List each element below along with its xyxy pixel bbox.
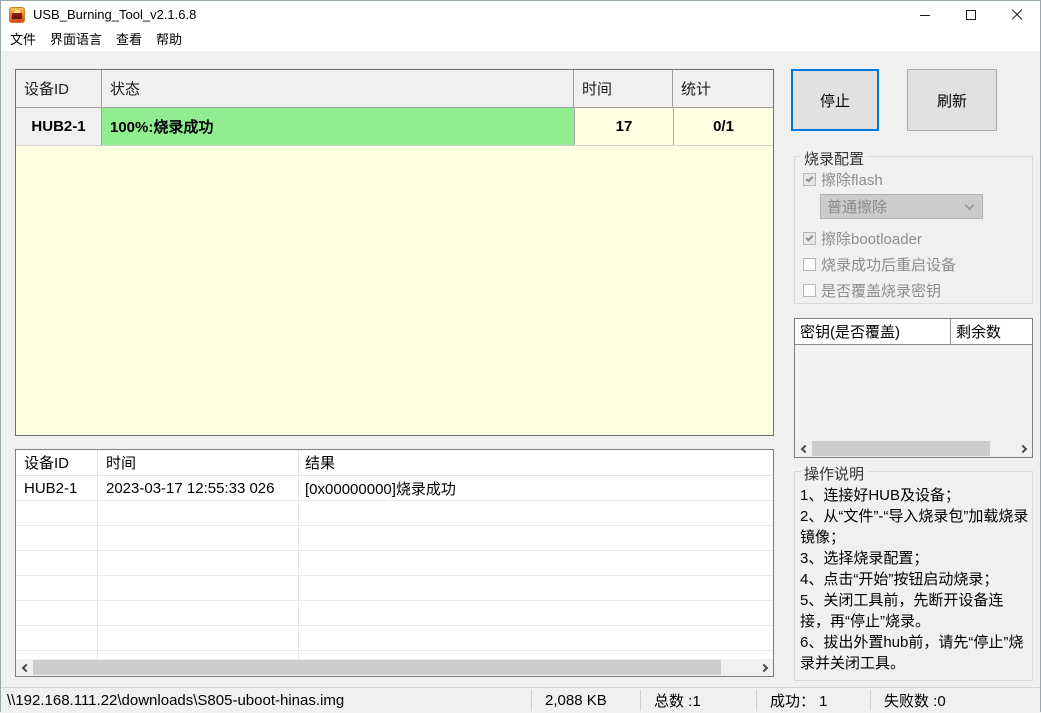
close-icon [1011,9,1023,21]
chevron-down-icon [964,200,975,211]
log-table: 设备ID 时间 结果 HUB2-1 2023-03-17 12:55:33 02… [15,449,774,677]
erase-flash-checkbox[interactable]: 擦除flash [803,169,883,190]
reboot-after-burn-label: 烧录成功后重启设备 [821,257,957,274]
device-id-cell: HUB2-1 [16,108,102,145]
log-row-empty [16,626,773,651]
key-table-header: 密钥(是否覆盖) 剩余数 [795,319,1032,345]
key-table-body [795,345,1032,440]
scrollbar-thumb[interactable] [33,660,721,675]
success-count-text: 成功： 1 [770,693,828,710]
log-device-id: HUB2-1 [16,476,98,500]
col-header-remaining[interactable]: 剩余数 [951,319,1032,344]
minimize-button[interactable] [902,1,948,29]
erase-bootloader-label: 擦除bootloader [821,231,922,248]
reboot-after-burn-checkbox[interactable]: 烧录成功后重启设备 [803,254,956,275]
stop-button[interactable]: 停止 [791,69,879,131]
col-header-key[interactable]: 密钥(是否覆盖) [795,319,951,344]
failed-count-text: 失败数 :0 [884,693,946,710]
log-row-empty [16,551,773,576]
menu-bar: 文件 界面语言 查看 帮助 [1,29,1040,51]
maximize-icon [966,10,976,20]
log-table-body: HUB2-1 2023-03-17 12:55:33 026 [0x000000… [16,476,773,659]
erase-flash-label: 擦除flash [821,172,883,189]
title-bar: USB_Burning_Tool_v2.1.6.8 [1,1,1040,29]
overwrite-key-checkbox[interactable]: 是否覆盖烧录密钥 [803,280,941,301]
app-icon [9,7,25,23]
instructions-title: 操作说明 [801,463,868,484]
log-row-empty [16,576,773,601]
log-row[interactable]: HUB2-1 2023-03-17 12:55:33 026 [0x000000… [16,476,773,501]
scroll-left-icon[interactable] [795,440,812,457]
col-header-device-id[interactable]: 设备ID [16,450,98,475]
device-row[interactable]: HUB2-1 100%:烧录成功 17 0/1 [16,108,773,146]
window-title: USB_Burning_Tool_v2.1.6.8 [33,7,197,22]
erase-mode-value: 普通擦除 [827,199,888,216]
maximize-button[interactable] [948,1,994,29]
image-size-text: 2,088 KB [545,692,607,709]
menu-file[interactable]: 文件 [3,29,43,51]
close-button[interactable] [994,1,1040,29]
window-controls [902,1,1040,29]
checkbox-checked-icon [803,173,816,186]
status-bar: \\192.168.111.22\downloads\S805-uboot-hi… [1,687,1040,713]
col-header-status[interactable]: 状态 [102,70,574,107]
erase-bootloader-checkbox[interactable]: 擦除bootloader [803,228,922,249]
refresh-button[interactable]: 刷新 [907,69,997,131]
log-row-empty [16,601,773,626]
log-row-empty [16,501,773,526]
burn-config-title: 烧录配置 [801,148,868,169]
col-header-time[interactable]: 时间 [98,450,299,475]
scroll-left-icon[interactable] [16,659,33,676]
col-header-time[interactable]: 时间 [574,70,673,107]
log-table-hscrollbar[interactable] [16,659,773,676]
total-count-text: 总数 :1 [654,693,701,710]
menu-language[interactable]: 界面语言 [43,29,109,51]
log-time: 2023-03-17 12:55:33 026 [98,476,299,500]
key-table-hscrollbar[interactable] [795,440,1032,457]
burn-status-cell: 100%:烧录成功 [102,108,574,145]
device-table-header: 设备ID 状态 时间 统计 [16,70,773,108]
log-row-empty [16,526,773,551]
log-result: [0x00000000]烧录成功 [305,480,456,498]
checkbox-unchecked-icon [803,258,816,271]
key-table: 密钥(是否覆盖) 剩余数 [794,318,1033,458]
checkbox-unchecked-icon [803,284,816,297]
usb-burning-tool-window: { "window": { "title": "USB_Burning_Tool… [0,0,1041,713]
erase-mode-dropdown[interactable]: 普通擦除 [820,194,983,219]
col-header-device-id[interactable]: 设备ID [16,70,102,107]
burn-stats-cell: 0/1 [673,108,773,145]
image-path-text: \\192.168.111.22\downloads\S805-uboot-hi… [7,692,345,709]
device-progress-table: 设备ID 状态 时间 统计 HUB2-1 100%:烧录成功 17 0/1 [15,69,774,436]
log-row-empty [16,651,773,659]
col-header-result[interactable]: 结果 [299,450,773,475]
instructions-text: 1、连接好HUB及设备； 2、从“文件”-“导入烧录包”加载烧录镜像； 3、选择… [800,487,1029,672]
instructions-group: 操作说明 1、连接好HUB及设备； 2、从“文件”-“导入烧录包”加载烧录镜像；… [794,463,1033,681]
col-header-stats[interactable]: 统计 [673,70,773,107]
menu-view[interactable]: 查看 [109,29,149,51]
checkbox-checked-icon [803,232,816,245]
burn-time-cell: 17 [574,108,673,145]
overwrite-key-label: 是否覆盖烧录密钥 [821,283,942,300]
menu-help[interactable]: 帮助 [149,29,189,51]
minimize-icon [920,14,930,16]
scroll-right-icon[interactable] [756,659,773,676]
scrollbar-thumb[interactable] [812,441,990,456]
burn-config-group: 烧录配置 擦除flash 普通擦除 擦除bootloader 烧录成功后重启设备… [794,148,1033,304]
log-table-header: 设备ID 时间 结果 [16,450,773,476]
scroll-right-icon[interactable] [1015,440,1032,457]
